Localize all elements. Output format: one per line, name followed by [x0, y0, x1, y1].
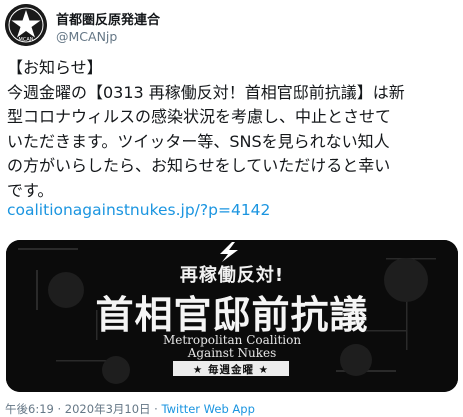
tweet: MCAN 首都圏反原発連合 @MCANjp 【お知らせ】 今週金曜の【0313 …	[0, 0, 463, 417]
star-logo-icon: MCAN	[5, 4, 47, 46]
tweet-text-line: いただきます。ツイッター等、SNSを見られない知人	[7, 131, 390, 151]
tweet-text-line: 今週金曜の【0313 再稼働反対！首相官邸前抗議】は新	[7, 82, 405, 102]
tweet-date[interactable]: 2020年3月10日	[65, 402, 151, 416]
tweet-text-line: です。	[7, 180, 54, 200]
meta-separator: ·	[57, 402, 62, 416]
tweet-time[interactable]: 午後6:19	[5, 402, 54, 416]
card-banner: ★ 毎週金曜 ★	[173, 361, 289, 376]
avatar[interactable]: MCAN	[5, 4, 47, 46]
tweet-meta: 午後6:19 · 2020年3月10日 · Twitter Web App	[5, 401, 255, 417]
user-handle[interactable]: @MCANjp	[56, 29, 117, 44]
meta-separator: ·	[154, 402, 158, 416]
avatar-text: MCAN	[19, 37, 34, 43]
display-name[interactable]: 首都圏反原発連合	[56, 9, 160, 28]
tweet-link[interactable]: coalitionagainstnukes.jp/?p=4142	[7, 201, 270, 219]
card-english-line1: Metropolitan Coalition	[162, 333, 302, 347]
link-card-image[interactable]: 再稼働反対! 首相官邸前抗議 Metropolitan Coalition Ag…	[6, 240, 458, 392]
tweet-client[interactable]: Twitter Web App	[161, 402, 254, 416]
tweet-text-line: 【お知らせ】	[7, 58, 103, 77]
tweet-text: 【お知らせ】 今週金曜の【0313 再稼働反対！首相官邸前抗議】は新 型コロナウ…	[7, 56, 459, 203]
card-title: 首相官邸前抗議	[95, 292, 369, 337]
tweet-text-line: の方がいらしたら、お知らせをしていただけると幸い	[7, 156, 391, 175]
tweet-text-line: 型コロナウィルスの感染状況を考慮し、中止とさせて	[7, 107, 392, 126]
card-banner-text: ★ 毎週金曜 ★	[192, 364, 270, 376]
card-english-line2: Against Nukes	[187, 346, 277, 360]
